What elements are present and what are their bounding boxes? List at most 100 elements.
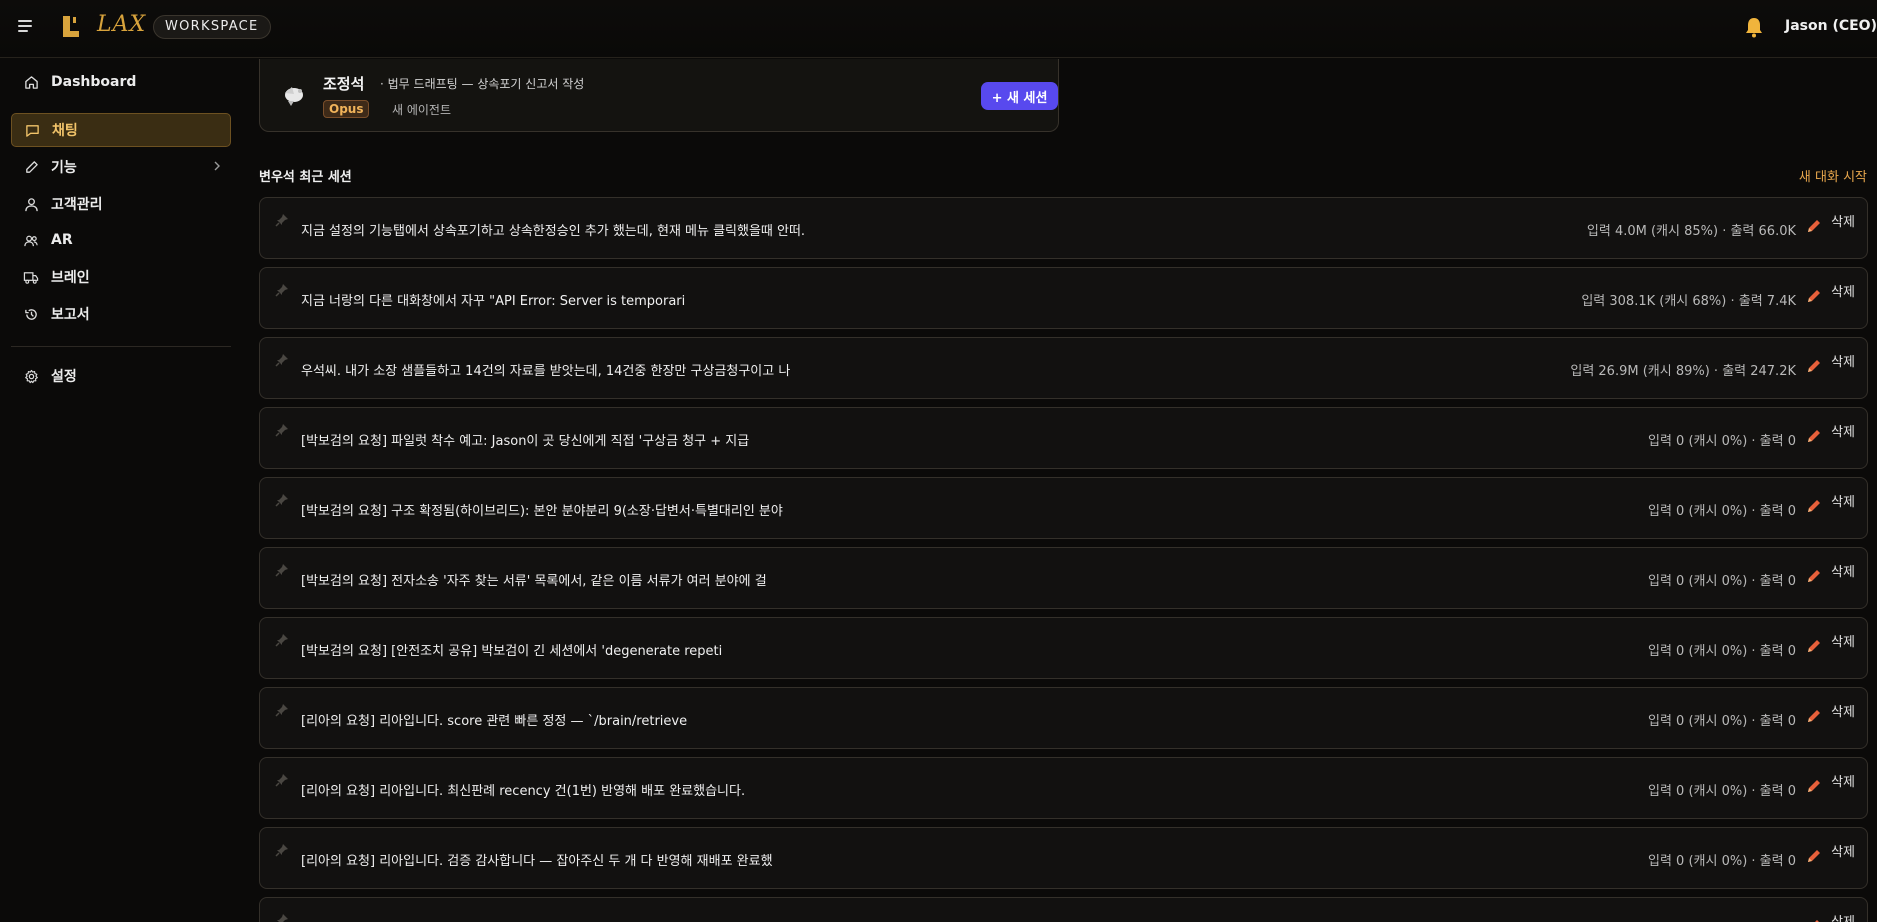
user-icon bbox=[23, 196, 39, 212]
session-token-stats: 입력 0 (캐시 0%) · 출력 0 bbox=[1648, 854, 1796, 869]
sidebar-item-settings[interactable]: 설정 bbox=[11, 359, 231, 393]
session-row[interactable]: [리아의 요청] 리아입니다. 검증 감사합니다 — 잡아주신 두 개 다 반영… bbox=[259, 827, 1868, 889]
main-content: 조정석 · 법무 드래프팅 — 상속포기 신고서 작성 Opus 새 에이전트 … bbox=[243, 59, 1877, 922]
session-title: [박보검의 요청] 전자소송 '자주 찾는 서류' 목록에서, 같은 이름 서류… bbox=[301, 574, 767, 589]
session-token-stats: 입력 0 (캐시 0%) · 출력 0 bbox=[1648, 574, 1796, 589]
pin-icon[interactable] bbox=[275, 563, 289, 577]
sidebar-item-ar[interactable]: AR bbox=[11, 223, 231, 257]
session-row[interactable]: [박보검의 요청] 파일럿 착수 예고: Jason이 곳 당신에게 직접 '구… bbox=[259, 407, 1868, 469]
delete-button[interactable]: 삭제 bbox=[1831, 701, 1855, 720]
session-title: 지금 너랑의 다른 대화창에서 자꾸 "API Error: Server is… bbox=[301, 294, 686, 309]
delete-button[interactable]: 삭제 bbox=[1831, 631, 1855, 650]
session-row[interactable]: [박보검의 요청] [안전조치 공유] 박보검이 긴 세션에서 'degener… bbox=[259, 617, 1868, 679]
session-token-stats: 입력 0 (캐시 0%) · 출력 0 bbox=[1648, 644, 1796, 659]
session-row[interactable]: 지금 너랑의 다른 대화창에서 자꾸 "API Error: Server is… bbox=[259, 267, 1868, 329]
delete-button[interactable]: 삭제 bbox=[1831, 351, 1855, 370]
session-title: [리아의 요청] 리아입니다. 최신판례 recency 건(1번) 반영해 배… bbox=[301, 784, 746, 799]
session-row[interactable]: [리아의 요청] 리아입니다. 최신판례 recency 건(1번) 반영해 배… bbox=[259, 757, 1868, 819]
logo-text[interactable]: LAX bbox=[97, 12, 146, 37]
session-row[interactable]: [박보검의 요청] 전자소송 '자주 찾는 서류' 목록에서, 같은 이름 서류… bbox=[259, 547, 1868, 609]
session-token-stats: 입력 26.9M (캐시 89%) · 출력 247.2K bbox=[1570, 364, 1796, 379]
edit-pencil-icon[interactable] bbox=[1806, 848, 1822, 864]
delete-button[interactable]: 삭제 bbox=[1831, 491, 1855, 510]
session-row[interactable]: 삭제 bbox=[259, 897, 1868, 922]
edit-pencil-icon[interactable] bbox=[1806, 288, 1822, 304]
delete-button[interactable]: 삭제 bbox=[1831, 421, 1855, 440]
delete-button[interactable]: 삭제 bbox=[1831, 281, 1855, 300]
session-row[interactable]: 지금 설정의 기능탭에서 상속포기하고 상속한정승인 추가 했는데, 현재 메뉴… bbox=[259, 197, 1868, 259]
sidebar-item-customers[interactable]: 고객관리 bbox=[11, 187, 231, 221]
sidebar-item-brain[interactable]: 브레인 bbox=[11, 260, 231, 294]
edit-pencil-icon[interactable] bbox=[1806, 428, 1822, 444]
agent-name: 조정석 bbox=[323, 75, 365, 93]
session-title: [박보검의 요청] 구조 확정됨(하이브리드): 본안 분야분리 9(소장·답변… bbox=[301, 504, 783, 519]
session-token-stats: 입력 308.1K (캐시 68%) · 출력 7.4K bbox=[1581, 294, 1796, 309]
section-title: 변우석 최근 세션 bbox=[259, 170, 352, 185]
session-title: 우석씨. 내가 소장 샘플들하고 14건의 자료를 받앗는데, 14건중 한장만… bbox=[301, 364, 791, 379]
chevron-right-icon bbox=[213, 160, 221, 176]
pin-icon[interactable] bbox=[275, 423, 289, 437]
workspace-badge: WORKSPACE bbox=[153, 15, 271, 39]
edit-pencil-icon[interactable] bbox=[1806, 778, 1822, 794]
session-token-stats: 입력 0 (캐시 0%) · 출력 0 bbox=[1648, 504, 1796, 519]
sidebar-item-label: 설정 bbox=[51, 369, 77, 385]
pin-icon[interactable] bbox=[275, 493, 289, 507]
session-title: [박보검의 요청] [안전조치 공유] 박보검이 긴 세션에서 'degener… bbox=[301, 644, 723, 659]
sidebar-item-dashboard[interactable]: Dashboard bbox=[11, 65, 231, 99]
session-token-stats: 입력 0 (캐시 0%) · 출력 0 bbox=[1648, 714, 1796, 729]
sidebar-item-chat[interactable]: 채팅 bbox=[11, 113, 231, 147]
edit-pencil-icon[interactable] bbox=[1806, 918, 1822, 922]
session-title: [리아의 요청] 리아입니다. score 관련 빠른 정정 — `/brain… bbox=[301, 714, 688, 729]
pin-icon[interactable] bbox=[275, 353, 289, 367]
new-session-button[interactable]: + 새 세션 bbox=[981, 82, 1058, 110]
pin-icon[interactable] bbox=[275, 703, 289, 717]
model-badge: Opus bbox=[323, 100, 370, 118]
new-chat-link[interactable]: 새 대화 시작 bbox=[1799, 166, 1867, 185]
pin-icon[interactable] bbox=[275, 283, 289, 297]
sidebar-item-features[interactable]: 기능 bbox=[11, 150, 231, 184]
users-icon bbox=[23, 232, 39, 248]
session-row[interactable]: 우석씨. 내가 소장 샘플들하고 14건의 자료를 받앗는데, 14건중 한장만… bbox=[259, 337, 1868, 399]
pin-icon[interactable] bbox=[275, 913, 289, 922]
delete-button[interactable]: 삭제 bbox=[1831, 561, 1855, 580]
edit-pencil-icon[interactable] bbox=[1806, 638, 1822, 654]
edit-pencil-icon[interactable] bbox=[1806, 708, 1822, 724]
delete-button[interactable]: 삭제 bbox=[1831, 211, 1855, 230]
bell-icon[interactable] bbox=[1744, 16, 1764, 38]
pin-icon[interactable] bbox=[275, 213, 289, 227]
sidebar-item-label: 채팅 bbox=[52, 123, 78, 139]
sidebar-item-reports[interactable]: 보고서 bbox=[11, 297, 231, 331]
pin-icon[interactable] bbox=[275, 633, 289, 647]
sidebar-item-label: 보고서 bbox=[51, 307, 90, 323]
pencil-icon bbox=[23, 159, 39, 175]
edit-pencil-icon[interactable] bbox=[1806, 498, 1822, 514]
top-bar: LAX WORKSPACE Jason (CEO) bbox=[0, 0, 1877, 58]
session-row[interactable]: [박보검의 요청] 구조 확정됨(하이브리드): 본안 분야분리 9(소장·답변… bbox=[259, 477, 1868, 539]
hamburger-menu-icon[interactable] bbox=[18, 16, 36, 36]
edit-pencil-icon[interactable] bbox=[1806, 358, 1822, 374]
edit-pencil-icon[interactable] bbox=[1806, 568, 1822, 584]
home-icon bbox=[23, 74, 39, 90]
session-row[interactable]: [리아의 요청] 리아입니다. score 관련 빠른 정정 — `/brain… bbox=[259, 687, 1868, 749]
delete-button[interactable]: 삭제 bbox=[1831, 841, 1855, 860]
delete-button[interactable]: 삭제 bbox=[1831, 911, 1855, 922]
sidebar-item-label: 기능 bbox=[51, 160, 77, 176]
chat-icon bbox=[24, 122, 40, 138]
session-title: [리아의 요청] 리아입니다. 검증 감사합니다 — 잡아주신 두 개 다 반영… bbox=[301, 854, 773, 869]
sidebar-item-label: AR bbox=[51, 232, 73, 248]
session-token-stats: 입력 0 (캐시 0%) · 출력 0 bbox=[1648, 434, 1796, 449]
session-title: 지금 설정의 기능탭에서 상속포기하고 상속한정승인 추가 했는데, 현재 메뉴… bbox=[301, 224, 806, 239]
pin-icon[interactable] bbox=[275, 843, 289, 857]
user-name[interactable]: Jason (CEO) bbox=[1785, 18, 1877, 34]
session-title: [박보검의 요청] 파일럿 착수 예고: Jason이 곳 당신에게 직접 '구… bbox=[301, 434, 750, 449]
sidebar-item-label: Dashboard bbox=[51, 74, 137, 90]
agent-description: · 법무 드래프팅 — 상속포기 신고서 작성 bbox=[380, 77, 585, 91]
edit-pencil-icon[interactable] bbox=[1806, 218, 1822, 234]
session-token-stats: 입력 4.0M (캐시 85%) · 출력 66.0K bbox=[1586, 224, 1796, 239]
delete-button[interactable]: 삭제 bbox=[1831, 771, 1855, 790]
lax-logo-icon[interactable] bbox=[63, 16, 79, 37]
sidebar-item-label: 고객관리 bbox=[51, 197, 103, 213]
pin-icon[interactable] bbox=[275, 773, 289, 787]
sidebar-divider bbox=[11, 346, 231, 347]
truck-icon bbox=[23, 269, 39, 285]
